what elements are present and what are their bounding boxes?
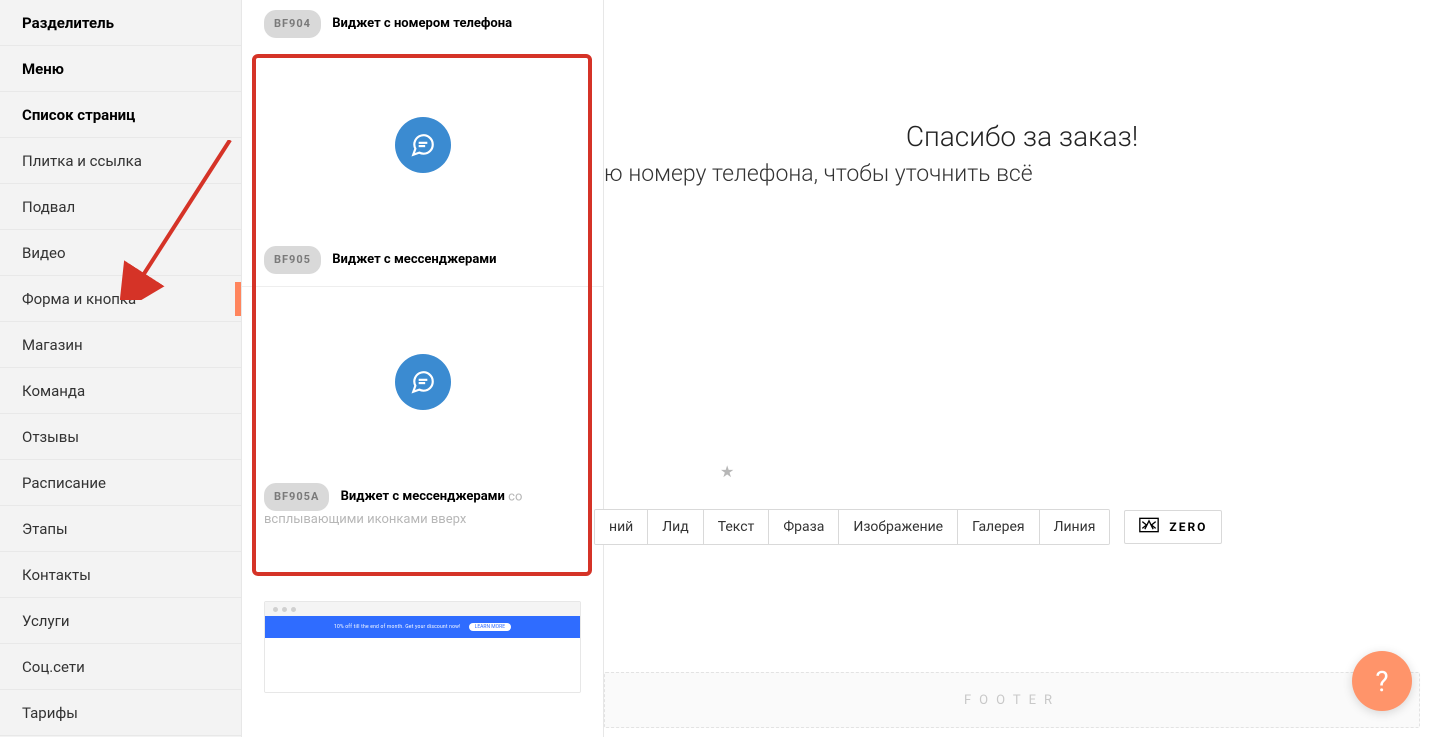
sidebar-item-pricing[interactable]: Тарифы <box>0 690 241 736</box>
sidebar-item-schedule[interactable]: Расписание <box>0 460 241 506</box>
sidebar-item-reviews[interactable]: Отзывы <box>0 414 241 460</box>
sidebar-item-video[interactable]: Видео <box>0 230 241 276</box>
sidebar-item-services[interactable]: Услуги <box>0 598 241 644</box>
sidebar-item-tile-link[interactable]: Плитка и ссылка <box>0 138 241 184</box>
sidebar-item-footer[interactable]: Подвал <box>0 184 241 230</box>
sidebar-item-divider[interactable]: Разделитель <box>0 0 241 46</box>
sidebar-item-label: Расписание <box>22 474 106 492</box>
sidebar-item-label: Услуги <box>22 612 70 630</box>
sidebar-item-label: Команда <box>22 382 85 400</box>
category-sidebar: Разделитель Меню Список страниц Плитка и… <box>0 0 242 737</box>
widget-code-badge: BF904 <box>264 10 321 38</box>
sidebar-item-label: Меню <box>22 60 64 78</box>
sidebar-item-team[interactable]: Команда <box>0 368 241 414</box>
tool-label: Текст <box>718 519 755 535</box>
sidebar-item-pagelist[interactable]: Список страниц <box>0 92 241 138</box>
zero-label: ZERO <box>1169 520 1207 534</box>
page-canvas: Спасибо за заказ! ю номеру телефона, что… <box>604 0 1440 737</box>
tool-btn-phrase[interactable]: Фраза <box>769 510 839 544</box>
tool-btn-gallery[interactable]: Галерея <box>958 510 1039 544</box>
sidebar-item-stages[interactable]: Этапы <box>0 506 241 552</box>
favorite-star-icon[interactable]: ★ <box>720 462 734 481</box>
tool-btn-line[interactable]: Линия <box>1040 510 1110 544</box>
sidebar-item-label: Плитка и ссылка <box>22 152 142 170</box>
banner-button: LEARN MORE <box>469 623 511 631</box>
chat-icon <box>395 117 451 173</box>
widget-preview <box>242 50 603 240</box>
tool-label: Изображение <box>853 519 943 535</box>
tool-label: Фраза <box>783 519 824 535</box>
sidebar-item-menu[interactable]: Меню <box>0 46 241 92</box>
sidebar-item-label: Этапы <box>22 520 68 538</box>
widget-title: Виджет с мессенджерами <box>332 252 496 267</box>
widget-code-badge: BF905A <box>264 483 329 511</box>
sidebar-item-label: Подвал <box>22 198 75 216</box>
sidebar-item-label: Тарифы <box>22 704 78 722</box>
sidebar-item-label: Соц.сети <box>22 658 85 676</box>
footer-label: FOOTER <box>964 693 1060 708</box>
widget-bf905[interactable]: BF905 Виджет с мессенджерами <box>242 50 603 286</box>
sidebar-item-label: Магазин <box>22 336 83 354</box>
help-button[interactable]: ? <box>1352 651 1412 711</box>
banner-text: 10% off till the end of month. Get your … <box>334 624 461 630</box>
tool-btn-lead[interactable]: Лид <box>648 510 703 544</box>
tool-group: ний Лид Текст Фраза Изображение Галерея … <box>594 509 1110 545</box>
tool-btn-image[interactable]: Изображение <box>839 510 958 544</box>
widget-title: Виджет с номером телефона <box>332 16 512 31</box>
sidebar-item-label: Видео <box>22 244 66 262</box>
widget-bf904-meta[interactable]: BF904 Виджет с номером телефона <box>242 0 603 50</box>
widget-preview <box>242 287 603 477</box>
tool-label: Галерея <box>972 519 1024 535</box>
sidebar-item-label: Контакты <box>22 566 91 584</box>
banner-bar: 10% off till the end of month. Get your … <box>265 616 580 638</box>
footer-placeholder[interactable]: FOOTER <box>604 672 1420 728</box>
zero-icon <box>1139 517 1159 537</box>
sidebar-item-label: Отзывы <box>22 428 79 446</box>
widget-code-badge: BF905 <box>264 246 321 274</box>
sidebar-item-label: Список страниц <box>22 106 135 124</box>
sidebar-item-label: Форма и кнопка <box>22 290 136 308</box>
sidebar-item-label: Разделитель <box>22 14 114 32</box>
widget-title: Виджет с мессенджерами <box>341 489 505 504</box>
sidebar-item-shop[interactable]: Магазин <box>0 322 241 368</box>
page-title[interactable]: Спасибо за заказ! <box>906 120 1138 153</box>
widget-panel: BF904 Виджет с номером телефона BF905 Ви… <box>242 0 604 737</box>
sidebar-item-form-button[interactable]: Форма и кнопка <box>0 276 241 322</box>
widget-bf905a-meta: BF905A Виджет с мессенджерами со всплыва… <box>242 477 603 541</box>
sidebar-item-contacts[interactable]: Контакты <box>0 552 241 598</box>
tool-label: ний <box>609 519 633 535</box>
tool-label: Лид <box>662 519 688 535</box>
page-subtitle[interactable]: ю номеру телефона, чтобы уточнить всё <box>604 160 1033 187</box>
zero-block-button[interactable]: ZERO <box>1124 510 1222 544</box>
tool-btn-text[interactable]: Текст <box>704 510 770 544</box>
tool-btn-partial[interactable]: ний <box>595 510 648 544</box>
help-icon: ? <box>1375 665 1388 698</box>
chat-icon <box>395 354 451 410</box>
widget-bf905a[interactable]: BF905A Виджет с мессенджерами со всплыва… <box>242 287 603 541</box>
widget-bf905-meta: BF905 Виджет с мессенджерами <box>242 240 603 286</box>
window-dots-icon <box>265 602 580 616</box>
widget-banner-card[interactable]: 10% off till the end of month. Get your … <box>264 601 581 693</box>
block-toolbar: ний Лид Текст Фраза Изображение Галерея … <box>594 509 1222 545</box>
sidebar-item-social[interactable]: Соц.сети <box>0 644 241 690</box>
tool-label: Линия <box>1054 519 1096 535</box>
